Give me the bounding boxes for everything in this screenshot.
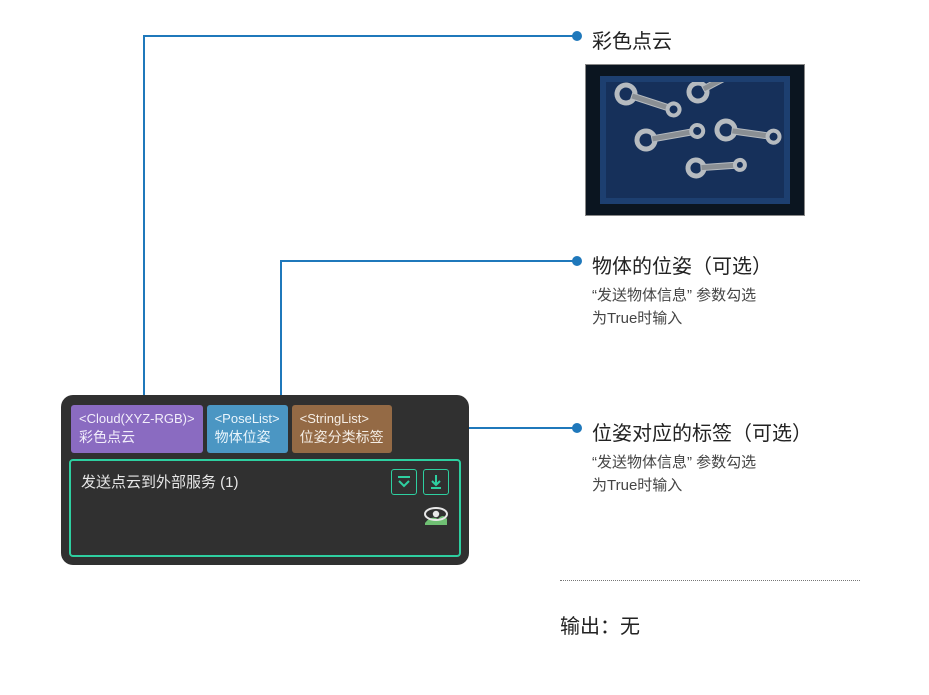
bin-container — [600, 76, 790, 204]
ports-row: <Cloud(XYZ-RGB)> 彩色点云 <PoseList> 物体位姿 <S… — [69, 403, 461, 459]
annotation-pose-sub: “发送物体信息” 参数勾选 为True时输入 — [592, 285, 772, 330]
port-cloud-xyz-rgb[interactable]: <Cloud(XYZ-RGB)> 彩色点云 — [71, 405, 203, 453]
port-string-list[interactable]: <StringList> 位姿分类标签 — [292, 405, 392, 453]
node-icons — [391, 469, 449, 495]
connector-pose-vertical — [280, 260, 282, 407]
annotation-pose-title: 物体的位姿（可选） — [592, 250, 772, 279]
eye-row — [81, 505, 449, 527]
connector-pose-bullet — [572, 256, 582, 266]
output-label: 输出：无 — [560, 610, 640, 639]
port-pose-list[interactable]: <PoseList> 物体位姿 — [207, 405, 288, 453]
port-pose-type: <PoseList> — [215, 410, 280, 428]
preview-point-cloud-image — [585, 64, 805, 216]
annotation-cloud: 彩色点云 — [592, 25, 672, 54]
port-string-name: 位姿分类标签 — [300, 428, 384, 448]
port-cloud-name: 彩色点云 — [79, 428, 195, 448]
parts-illustration — [606, 82, 784, 198]
expand-down-icon[interactable] — [391, 469, 417, 495]
node-send-point-cloud[interactable]: <Cloud(XYZ-RGB)> 彩色点云 <PoseList> 物体位姿 <S… — [61, 395, 469, 565]
port-pose-name: 物体位姿 — [215, 428, 280, 448]
annotation-label-sub: “发送物体信息” 参数勾选 为True时输入 — [592, 452, 812, 497]
connector-cloud-vertical — [143, 35, 145, 407]
connector-label-bullet — [572, 423, 582, 433]
download-icon[interactable] — [423, 469, 449, 495]
annotation-cloud-title: 彩色点云 — [592, 25, 672, 54]
port-cloud-type: <Cloud(XYZ-RGB)> — [79, 410, 195, 428]
annotation-pose: 物体的位姿（可选） “发送物体信息” 参数勾选 为True时输入 — [592, 250, 772, 330]
visibility-icon[interactable] — [423, 505, 449, 527]
node-title-row: 发送点云到外部服务 (1) — [81, 469, 449, 495]
node-title: 发送点云到外部服务 (1) — [81, 471, 239, 492]
connector-cloud-bullet — [572, 31, 582, 41]
annotation-label-title: 位姿对应的标签（可选） — [592, 417, 812, 446]
node-body: 发送点云到外部服务 (1) — [69, 459, 461, 557]
connector-pose-horizontal — [280, 260, 576, 262]
connector-cloud-horizontal — [143, 35, 576, 37]
port-string-type: <StringList> — [300, 410, 384, 428]
output-divider — [560, 580, 860, 581]
annotation-label: 位姿对应的标签（可选） “发送物体信息” 参数勾选 为True时输入 — [592, 417, 812, 497]
